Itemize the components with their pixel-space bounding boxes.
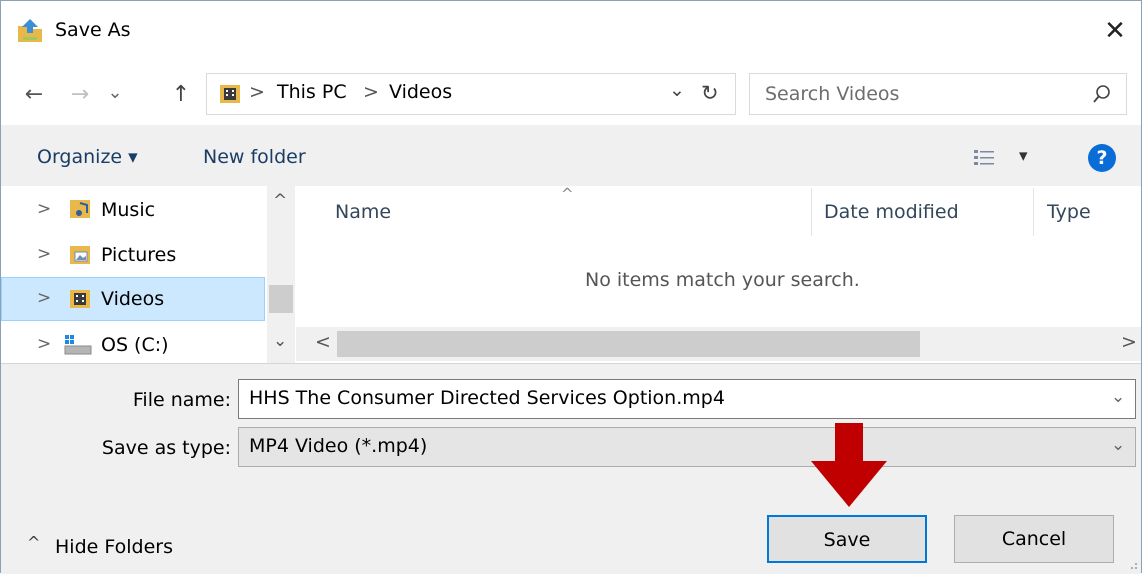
save-as-type-select[interactable]: MP4 Video (*.mp4)	[238, 427, 1136, 467]
help-button[interactable]: ?	[1088, 144, 1116, 172]
expand-chevron-icon[interactable]: >	[37, 334, 51, 354]
file-name-input[interactable]: HHS The Consumer Directed Services Optio…	[238, 379, 1136, 419]
hide-folders-button[interactable]: Hide Folders	[55, 536, 173, 558]
breadcrumb-separator: >	[363, 81, 379, 103]
forward-button[interactable]: →	[63, 78, 97, 112]
expand-chevron-icon[interactable]: >	[37, 199, 51, 219]
recent-locations-button[interactable]: ⌄	[103, 76, 127, 110]
refresh-icon[interactable]: ↻	[701, 81, 719, 105]
file-name-dropdown-icon[interactable]: ⌄	[1111, 387, 1125, 407]
music-folder-icon	[70, 200, 90, 218]
scroll-up-arrow-icon[interactable]: ^	[273, 191, 287, 211]
pictures-folder-icon	[70, 246, 90, 264]
horizontal-scrollbar-thumb[interactable]	[337, 331, 920, 357]
divider	[1, 363, 1141, 364]
breadcrumb-videos[interactable]: Videos	[389, 81, 452, 103]
cancel-button[interactable]: Cancel	[954, 515, 1114, 563]
organize-menu-button[interactable]: Organize ▾	[37, 146, 138, 168]
sidebar-item-music[interactable]: > Music	[1, 191, 265, 233]
back-button[interactable]: ←	[17, 78, 51, 112]
sidebar-scrollbar-thumb[interactable]	[269, 285, 293, 313]
sidebar-item-pictures[interactable]: > Pictures	[1, 235, 265, 277]
title-bar	[1, 1, 1141, 67]
column-header-type[interactable]: Type	[1047, 201, 1091, 223]
sidebar-item-os-c[interactable]: > OS (C:)	[1, 325, 265, 367]
breadcrumb-this-pc[interactable]: This PC	[277, 81, 347, 103]
column-divider[interactable]	[811, 188, 812, 236]
sidebar-item-label: Music	[101, 199, 156, 221]
sidebar-item-label: Pictures	[101, 244, 177, 266]
resize-grip-icon[interactable]	[1125, 557, 1139, 571]
address-dropdown-icon[interactable]: ⌄	[669, 79, 685, 101]
breadcrumb-separator: >	[249, 81, 265, 103]
column-divider[interactable]	[1033, 188, 1034, 236]
sidebar-item-videos[interactable]: > Videos	[1, 279, 265, 321]
sort-ascending-icon: ^	[561, 185, 574, 203]
drive-icon	[64, 335, 92, 355]
scroll-left-arrow-icon[interactable]: <	[315, 331, 331, 353]
empty-state-message: No items match your search.	[585, 269, 860, 291]
window-title: Save As	[55, 19, 131, 41]
column-header-date-modified[interactable]: Date modified	[824, 201, 959, 223]
save-button[interactable]: Save	[767, 515, 927, 563]
column-header-name[interactable]: Name	[335, 201, 391, 223]
save-as-type-label: Save as type:	[101, 437, 231, 459]
view-options-dropdown[interactable]: ▾	[1019, 146, 1028, 166]
save-as-icon	[18, 19, 42, 42]
annotation-arrow-icon	[811, 423, 887, 507]
close-button[interactable]: ✕	[1099, 13, 1131, 49]
view-details-icon[interactable]	[973, 147, 997, 169]
save-as-dialog: Save As ✕ ← → ⌄ ↑ > This PC > Videos ⌄ ↻…	[0, 0, 1142, 574]
sidebar-item-label: OS (C:)	[101, 334, 169, 356]
hide-folders-chevron-icon[interactable]: ^	[27, 533, 40, 552]
videos-folder-icon	[70, 290, 90, 308]
search-input[interactable]: Search Videos	[765, 83, 899, 105]
videos-folder-icon	[220, 85, 240, 103]
scroll-right-arrow-icon[interactable]: >	[1121, 331, 1137, 353]
sidebar-item-label: Videos	[101, 288, 165, 310]
expand-chevron-icon[interactable]: >	[37, 244, 51, 264]
expand-chevron-icon[interactable]: >	[37, 288, 51, 308]
save-as-type-dropdown-icon[interactable]: ⌄	[1111, 435, 1125, 455]
up-button[interactable]: ↑	[167, 78, 195, 112]
search-icon[interactable]	[1091, 83, 1113, 105]
command-bar	[1, 132, 1141, 186]
file-name-label: File name:	[132, 389, 231, 411]
scroll-down-arrow-icon[interactable]: ⌄	[273, 331, 287, 351]
new-folder-button[interactable]: New folder	[203, 146, 306, 168]
